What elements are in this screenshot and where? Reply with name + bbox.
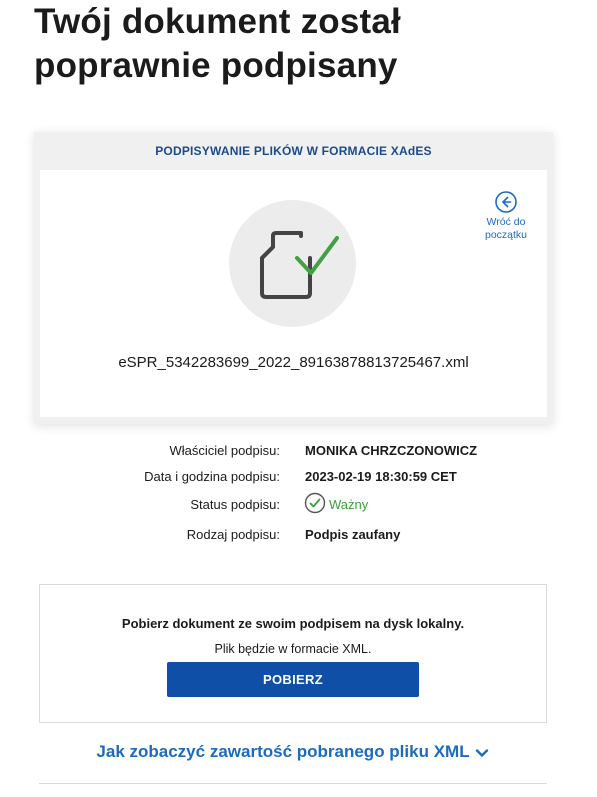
back-label-line1: Wróć do <box>486 216 526 228</box>
xml-help-toggle[interactable]: Jak zobaczyć zawartość pobranego pliku X… <box>0 742 585 762</box>
bottom-divider <box>39 783 547 784</box>
download-button[interactable]: POBIERZ <box>167 662 419 697</box>
type-value: Podpis zaufany <box>305 527 401 542</box>
xml-help-label: Jak zobaczyć zawartość pobranego pliku X… <box>96 742 470 761</box>
signing-card: PODPISYWANIE PLIKÓW W FORMACIE XAdES eSP… <box>34 132 553 424</box>
page: Twój dokument został poprawnie podpisany… <box>0 0 597 797</box>
download-box: Pobierz dokument ze swoim podpisem na dy… <box>39 584 547 723</box>
arrow-left-circle-icon <box>494 190 518 214</box>
owner-label: Właściciel podpisu: <box>169 443 280 458</box>
download-title: Pobierz dokument ze swoim podpisem na dy… <box>121 616 465 631</box>
card-header: PODPISYWANIE PLIKÓW W FORMACIE XAdES <box>155 144 432 158</box>
datetime-label: Data i godzina podpisu: <box>144 469 280 484</box>
owner-row: Właściciel podpisu: MONIKA CHRZCZONOWICZ <box>0 443 597 463</box>
datetime-row: Data i godzina podpisu: 2023-02-19 18:30… <box>0 469 597 489</box>
file-check-icon <box>229 200 356 327</box>
card-body: eSPR_5342283699_2022_89163878813725467.x… <box>40 170 547 417</box>
status-row: Status podpisu: Ważny <box>0 492 597 517</box>
chevron-down-icon <box>475 745 489 759</box>
page-title: Twój dokument został poprawnie podpisany <box>34 2 401 85</box>
status-value: Ważny <box>304 492 368 517</box>
check-circle-icon <box>304 492 326 517</box>
signed-file-name: eSPR_5342283699_2022_89163878813725467.x… <box>118 354 469 371</box>
owner-value: MONIKA CHRZCZONOWICZ <box>305 443 478 458</box>
back-to-start-link[interactable]: Wróć do początku <box>476 190 536 242</box>
back-label-line2: początku <box>484 229 528 241</box>
status-text: Ważny <box>329 497 369 512</box>
type-label: Rodzaj podpisu: <box>186 527 280 542</box>
type-row: Rodzaj podpisu: Podpis zaufany <box>0 527 597 547</box>
download-note: Plik będzie w formacie XML. <box>214 642 372 656</box>
datetime-value: 2023-02-19 18:30:59 CET <box>305 469 457 484</box>
status-label: Status podpisu: <box>190 497 280 512</box>
